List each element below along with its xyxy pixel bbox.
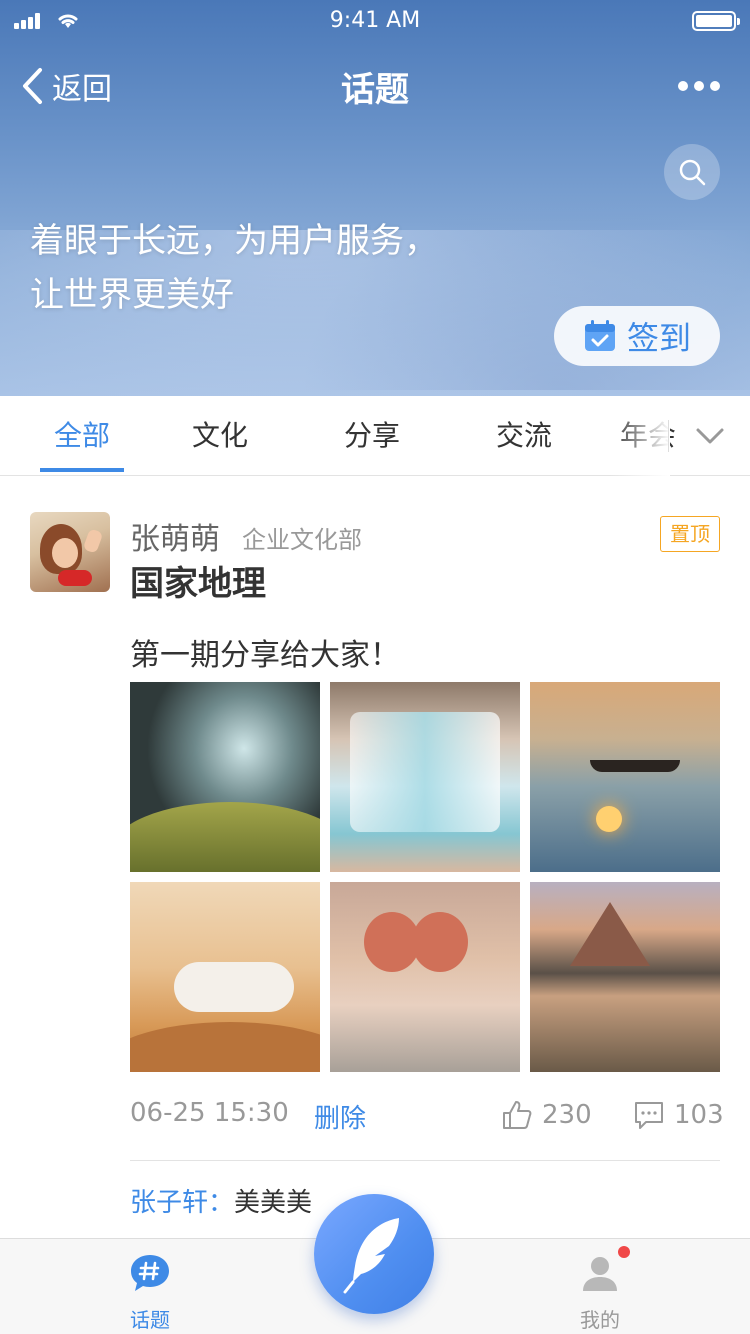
compose-button[interactable] xyxy=(314,1194,434,1314)
post-meta: 06-25 15:30 删除 230 103 xyxy=(130,1098,724,1135)
tab-fade xyxy=(610,396,670,476)
tab-exchange[interactable]: 交流 xyxy=(482,396,566,476)
post-content: 第一期分享给大家！ xyxy=(130,638,400,673)
bottom-tab-topic-label: 话题 xyxy=(130,1308,170,1332)
hashtag-chat-icon xyxy=(131,1255,169,1291)
delete-button[interactable]: 删除 xyxy=(314,1098,366,1135)
active-tab-indicator xyxy=(40,468,124,472)
slogan-line-2: 让世界更美好 xyxy=(30,275,234,315)
thumbs-up-icon xyxy=(503,1101,532,1129)
status-time: 9:41 AM xyxy=(329,8,421,33)
post-divider xyxy=(130,1160,720,1161)
like-button[interactable]: 230 xyxy=(500,1098,592,1132)
photo-3[interactable] xyxy=(530,682,720,872)
photo-6[interactable] xyxy=(530,882,720,1072)
feather-quill-icon xyxy=(343,1218,399,1294)
topic-banner: 9:41 AM 返回 话题 着眼于长远，为用户服务， 让世界更美好 签到 xyxy=(0,0,750,396)
slogan-line-1: 着眼于长远，为用户服务， xyxy=(30,221,438,261)
photo-4[interactable] xyxy=(130,882,320,1072)
comment-count: 103 xyxy=(674,1100,724,1130)
tab-all[interactable]: 全部 xyxy=(40,396,124,476)
comment-text: 美美美 xyxy=(234,1188,313,1218)
photo-2[interactable] xyxy=(330,682,520,872)
category-tabs: 全部 文化 分享 交流 年会 xyxy=(0,396,750,476)
user-icon xyxy=(583,1257,617,1291)
calendar-check-icon xyxy=(584,320,615,351)
post-department: 企业文化部 xyxy=(242,526,362,554)
photo-5[interactable] xyxy=(330,882,520,1072)
battery-icon xyxy=(692,11,740,31)
more-dots-icon[interactable] xyxy=(678,66,720,106)
photo-grid xyxy=(130,682,720,1072)
post-author[interactable]: 张萌萌 xyxy=(130,514,220,558)
battery-level xyxy=(696,15,732,27)
post-date: 06-25 15:30 xyxy=(130,1098,289,1128)
bottom-tab-me-label: 我的 xyxy=(580,1308,620,1332)
banner-slogan: 着眼于长远，为用户服务， 让世界更美好 xyxy=(30,214,438,322)
comment-icon xyxy=(635,1102,663,1129)
post-topic-title[interactable]: 国家地理 xyxy=(130,556,266,605)
pinned-badge: 置顶 xyxy=(660,516,720,552)
status-bar: 9:41 AM xyxy=(0,0,750,44)
tab-divider xyxy=(668,420,669,452)
chevron-down-icon[interactable] xyxy=(690,416,730,456)
notification-dot xyxy=(618,1246,630,1258)
tab-share[interactable]: 分享 xyxy=(330,396,414,476)
tab-culture[interactable]: 文化 xyxy=(178,396,262,476)
photo-1[interactable] xyxy=(130,682,320,872)
bottom-tab-me[interactable]: 我的 xyxy=(550,1253,650,1333)
checkin-label: 签到 xyxy=(626,319,691,357)
comment-item: 张子轩：美美美 xyxy=(130,1182,312,1219)
search-icon xyxy=(679,159,706,186)
comment-button[interactable]: 103 xyxy=(632,1098,724,1132)
search-button[interactable] xyxy=(664,144,720,200)
bottom-tab-topic[interactable]: 话题 xyxy=(100,1253,200,1333)
like-count: 230 xyxy=(542,1100,592,1130)
comment-user[interactable]: 张子轩： xyxy=(130,1188,234,1218)
page-title: 话题 xyxy=(341,70,409,110)
avatar[interactable] xyxy=(30,512,110,592)
checkin-button[interactable]: 签到 xyxy=(554,306,720,366)
nav-bar: 返回 话题 xyxy=(0,56,750,116)
